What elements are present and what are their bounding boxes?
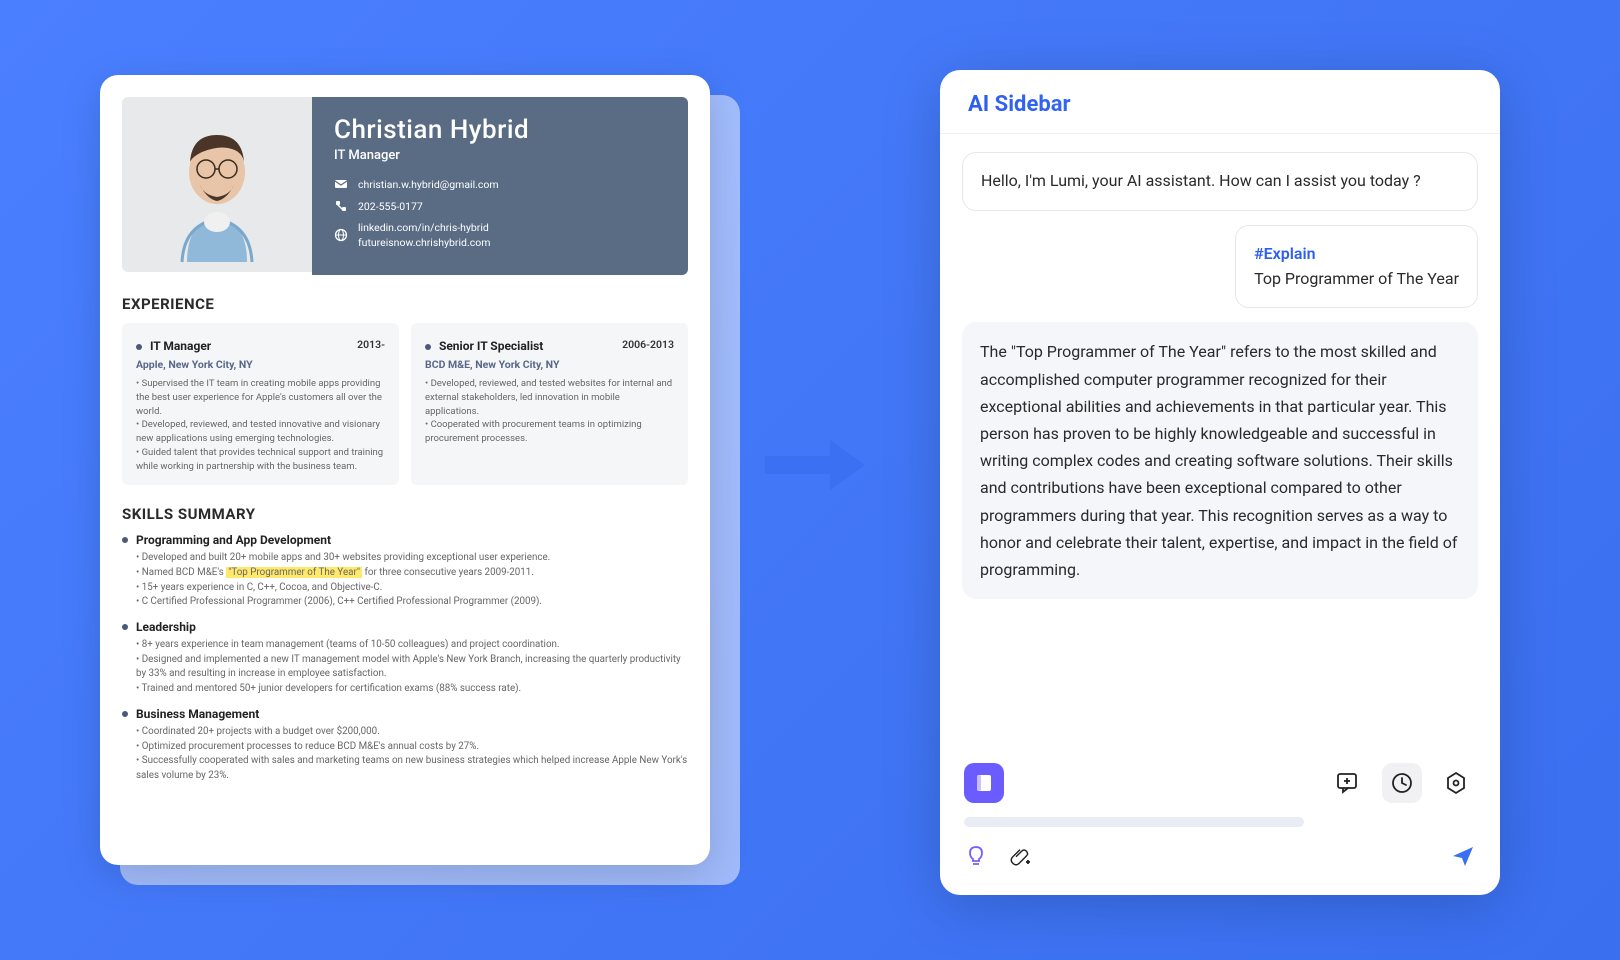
skill-bullet: Optimized procurement processes to reduc… (136, 740, 688, 755)
resume-title: IT Manager (334, 148, 666, 163)
exp-bullet: Cooperated with procurement teams in opt… (425, 418, 674, 446)
resume-phone: 202-555-0177 (358, 200, 423, 213)
history-button[interactable] (1382, 763, 1422, 803)
assistant-response: The "Top Programmer of The Year" refers … (962, 322, 1478, 599)
sidebar-title: AI Sidebar (968, 92, 1472, 117)
exp-bullet: Developed, reviewed, and tested innovati… (136, 418, 385, 446)
hint-icon[interactable] (964, 844, 988, 872)
explain-tag: #Explain (1254, 244, 1316, 263)
globe-icon (334, 228, 348, 242)
experience-card: IT Manager 2013- Apple, New York City, N… (122, 323, 399, 485)
send-button[interactable] (1450, 843, 1476, 873)
experience-heading: EXPERIENCE (122, 295, 688, 313)
skill-bullet: 8+ years experience in team management (… (136, 638, 688, 653)
skills-heading: SKILLS SUMMARY (122, 505, 688, 523)
skill-bullet: 15+ years experience in C, C++, Cocoa, a… (136, 581, 688, 596)
user-message: #Explain Top Programmer of The Year (1235, 225, 1478, 309)
highlighted-text: "Top Programmer of The Year" (226, 567, 362, 578)
resume-website: futureisnow.chrishybrid.com (358, 236, 490, 249)
skill-bullet: Developed and built 20+ mobile apps and … (136, 551, 688, 566)
attachment-icon[interactable] (1008, 844, 1032, 872)
experience-card: Senior IT Specialist 2006-2013 BCD M&E, … (411, 323, 688, 485)
resume-email: christian.w.hybrid@gmail.com (358, 178, 499, 191)
notebook-button[interactable] (964, 763, 1004, 803)
exp-bullet: Developed, reviewed, and tested websites… (425, 377, 674, 418)
ai-sidebar-panel: AI Sidebar Hello, I'm Lumi, your AI assi… (940, 70, 1500, 895)
resume-document: Christian Hybrid IT Manager christian.w.… (100, 75, 710, 865)
resume-linkedin: linkedin.com/in/chris-hybrid (358, 221, 490, 234)
exp-company: Apple, New York City, NY (136, 358, 385, 371)
skill-title: Programming and App Development (136, 533, 331, 547)
skill-title: Leadership (136, 620, 196, 634)
skill-title: Business Management (136, 707, 259, 721)
exp-role: Senior IT Specialist (439, 339, 543, 353)
exp-bullet: Supervised the IT team in creating mobil… (136, 377, 385, 418)
exp-period: 2013- (357, 338, 385, 351)
arrow-icon (760, 420, 870, 514)
assistant-greeting: Hello, I'm Lumi, your AI assistant. How … (962, 152, 1478, 211)
phone-icon (334, 199, 348, 213)
add-chat-button[interactable] (1328, 763, 1368, 803)
profile-photo (122, 97, 312, 272)
skill-bullet: Designed and implemented a new IT manage… (136, 653, 688, 682)
settings-button[interactable] (1436, 763, 1476, 803)
exp-bullet: Guided talent that provides technical su… (136, 446, 385, 474)
skill-bullet: Trained and mentored 50+ junior develope… (136, 682, 688, 697)
skill-bullet: • Named BCD M&E's "Top Programmer of The… (136, 566, 688, 581)
resume-name: Christian Hybrid (334, 115, 666, 145)
exp-period: 2006-2013 (622, 338, 674, 351)
exp-role: IT Manager (150, 339, 211, 353)
exp-company: BCD M&E, New York City, NY (425, 358, 674, 371)
skill-bullet: Successfully cooperated with sales and m… (136, 754, 688, 783)
input-placeholder-bar[interactable] (964, 817, 1304, 827)
user-message-text: Top Programmer of The Year (1254, 269, 1459, 288)
skill-bullet: C Certified Professional Programmer (200… (136, 595, 688, 610)
skill-bullet: Coordinated 20+ projects with a budget o… (136, 725, 688, 740)
email-icon (334, 177, 348, 191)
